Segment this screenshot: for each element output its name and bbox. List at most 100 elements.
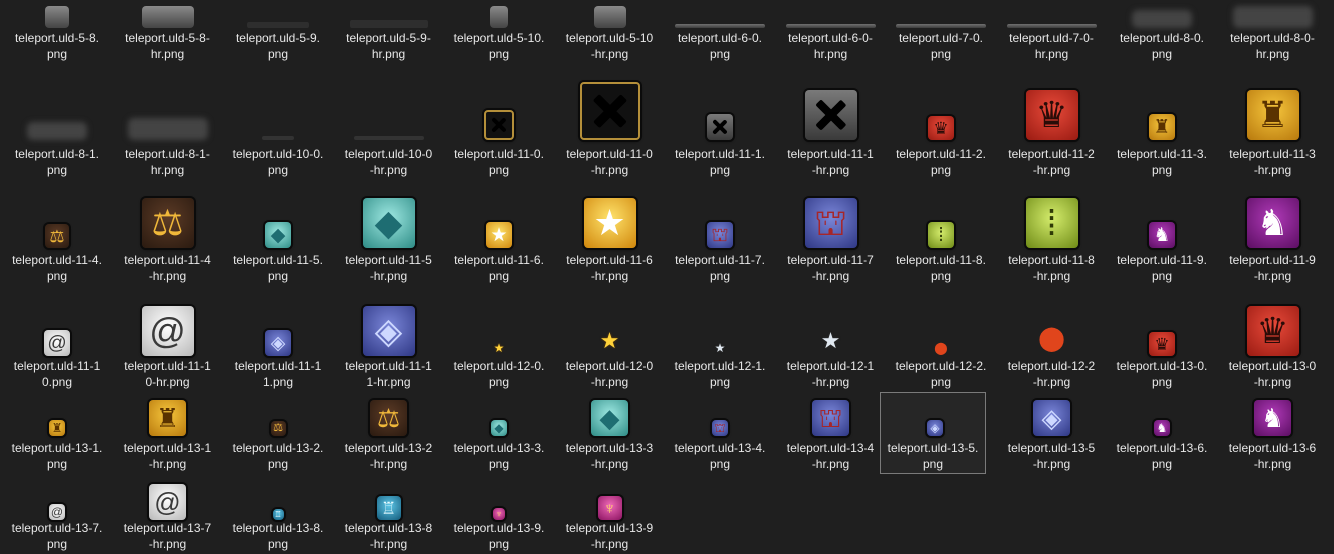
- file-name-label: teleport.uld-13-3. png: [453, 441, 545, 471]
- file-thumbnail: ♛: [1218, 286, 1328, 356]
- dark-line-icon: [262, 136, 294, 140]
- file-name-label: teleport.uld-13-9. png: [453, 521, 545, 551]
- file-thumbnail: ⛫: [665, 392, 775, 436]
- file-item[interactable]: ♜ teleport.uld-13-1. png: [2, 392, 112, 474]
- gold-scales-icon: ⚖: [141, 198, 194, 248]
- file-item[interactable]: ♖ teleport.uld-13-8 -hr.png: [334, 474, 444, 554]
- file-item[interactable]: @ teleport.uld-11-1 0.png: [2, 286, 112, 392]
- file-item[interactable]: ◈ teleport.uld-13-5. png: [880, 392, 986, 474]
- file-item[interactable]: teleport.uld-11-1 -hr.png: [776, 70, 886, 180]
- file-item[interactable]: ◈ teleport.uld-11-1 1.png: [223, 286, 333, 392]
- file-item[interactable]: teleport.uld-11-1. png: [665, 70, 775, 180]
- file-item[interactable]: ⚖ teleport.uld-13-2 -hr.png: [334, 392, 444, 474]
- file-item[interactable]: ★ teleport.uld-12-1 -hr.png: [776, 286, 886, 392]
- file-name-label: teleport.uld-10-0. png: [232, 147, 324, 177]
- file-name-label: teleport.uld-11-1 1.png: [234, 359, 322, 389]
- white-triskelion-icon: @: [44, 330, 70, 356]
- file-item[interactable]: ⚖ teleport.uld-11-4 -hr.png: [113, 178, 223, 286]
- file-item[interactable]: ⬤ teleport.uld-12-2 -hr.png: [997, 286, 1107, 392]
- file-thumbnail: ★: [555, 178, 665, 248]
- file-item[interactable]: ⛫ teleport.uld-13-4 -hr.png: [776, 392, 886, 474]
- file-item[interactable]: teleport.uld-7-0- hr.png: [997, 0, 1107, 64]
- file-item[interactable]: teleport.uld-11-0. png: [444, 70, 554, 180]
- file-item[interactable]: ★ teleport.uld-11-6 -hr.png: [555, 178, 665, 286]
- file-name-label: teleport.uld-11-7. png: [675, 253, 765, 283]
- file-item[interactable]: ★ teleport.uld-12-0 -hr.png: [555, 286, 665, 392]
- file-item[interactable]: teleport.uld-10-0 -hr.png: [334, 70, 444, 180]
- file-thumbnail: [665, 0, 775, 28]
- file-item[interactable]: ♞ teleport.uld-13-6 -hr.png: [1218, 392, 1328, 474]
- file-item[interactable]: teleport.uld-5-8. png: [2, 0, 112, 64]
- file-name-label: teleport.uld-5-9- hr.png: [346, 31, 431, 61]
- file-item[interactable]: @ teleport.uld-13-7 -hr.png: [113, 474, 223, 554]
- file-item[interactable]: ⛫ teleport.uld-11-7. png: [665, 178, 775, 286]
- file-item[interactable]: teleport.uld-5-10 -hr.png: [555, 0, 665, 64]
- file-item[interactable]: ◈ teleport.uld-13-5 -hr.png: [997, 392, 1107, 474]
- file-item[interactable]: teleport.uld-5-9. png: [223, 0, 333, 64]
- file-thumbnail: [113, 70, 223, 140]
- file-item[interactable]: ◆ teleport.uld-13-3. png: [444, 392, 554, 474]
- file-item[interactable]: teleport.uld-5-10. png: [444, 0, 554, 64]
- file-name-label: teleport.uld-5-10. png: [453, 31, 545, 61]
- file-item[interactable]: ⬤ teleport.uld-12-2. png: [886, 286, 996, 392]
- file-name-label: teleport.uld-7-0. png: [898, 31, 984, 61]
- file-item[interactable]: ♛ teleport.uld-13-0. png: [1107, 286, 1217, 392]
- file-item[interactable]: teleport.uld-10-0. png: [223, 70, 333, 180]
- file-item[interactable]: ♜ teleport.uld-13-1 -hr.png: [113, 392, 223, 474]
- file-item[interactable]: teleport.uld-11-0 -hr.png: [555, 70, 665, 180]
- file-thumbnail: ♆: [444, 474, 554, 520]
- file-name-label: teleport.uld-13-3 -hr.png: [565, 441, 654, 471]
- file-item[interactable]: ◆ teleport.uld-11-5 -hr.png: [334, 178, 444, 286]
- file-item[interactable]: @ teleport.uld-11-1 0-hr.png: [113, 286, 223, 392]
- teal-crystal-icon: ◆: [265, 222, 291, 248]
- file-item[interactable]: ♆ teleport.uld-13-9. png: [444, 474, 554, 554]
- file-item[interactable]: ♆ teleport.uld-13-9 -hr.png: [555, 474, 665, 554]
- file-item[interactable]: ⁞ teleport.uld-11-8 -hr.png: [997, 178, 1107, 286]
- blue-castle-icon: ⛫: [707, 222, 733, 248]
- file-item[interactable]: ★ teleport.uld-12-1. png: [665, 286, 775, 392]
- file-item[interactable]: ♜ teleport.uld-11-3. png: [1107, 70, 1217, 180]
- file-thumbnail: @: [2, 286, 112, 356]
- file-item[interactable]: ♛ teleport.uld-11-2. png: [886, 70, 996, 180]
- file-item[interactable]: ◆ teleport.uld-11-5. png: [223, 178, 333, 286]
- file-item[interactable]: teleport.uld-5-8- hr.png: [113, 0, 223, 64]
- file-name-label: teleport.uld-13-5. png: [887, 441, 979, 471]
- file-item[interactable]: teleport.uld-8-0- hr.png: [1218, 0, 1328, 64]
- small-silver-star-icon: ★: [714, 341, 726, 355]
- file-item[interactable]: ♞ teleport.uld-11-9 -hr.png: [1218, 178, 1328, 286]
- file-thumbnail: ♛: [886, 70, 996, 140]
- file-item[interactable]: ⛫ teleport.uld-11-7 -hr.png: [776, 178, 886, 286]
- file-item[interactable]: ◈ teleport.uld-11-1 1-hr.png: [334, 286, 444, 392]
- file-item[interactable]: teleport.uld-6-0. png: [665, 0, 775, 64]
- file-item[interactable]: ⛫ teleport.uld-13-4. png: [665, 392, 775, 474]
- small-gold-star-icon: ★: [599, 328, 620, 353]
- file-item[interactable]: ♛ teleport.uld-11-2 -hr.png: [997, 70, 1107, 180]
- gold-scales-icon: ⚖: [270, 421, 286, 436]
- file-item[interactable]: teleport.uld-6-0- hr.png: [776, 0, 886, 64]
- file-item[interactable]: @ teleport.uld-13-7. png: [2, 474, 112, 554]
- file-thumbnail: ⬤: [886, 286, 996, 356]
- file-item[interactable]: ★ teleport.uld-12-0. png: [444, 286, 554, 392]
- file-item[interactable]: ♞ teleport.uld-11-9. png: [1107, 178, 1217, 286]
- file-item[interactable]: teleport.uld-7-0. png: [886, 0, 996, 64]
- file-item[interactable]: ◆ teleport.uld-13-3 -hr.png: [555, 392, 665, 474]
- file-item[interactable]: ⁞ teleport.uld-11-8. png: [886, 178, 996, 286]
- file-item[interactable]: ⚖ teleport.uld-11-4. png: [2, 178, 112, 286]
- file-item[interactable]: ♜ teleport.uld-11-3 -hr.png: [1218, 70, 1328, 180]
- file-thumbnail: [223, 0, 333, 28]
- file-item[interactable]: ♞ teleport.uld-13-6. png: [1107, 392, 1217, 474]
- purple-griffin-icon: ♞: [1154, 420, 1170, 436]
- file-item[interactable]: ⚖ teleport.uld-13-2. png: [223, 392, 333, 474]
- file-item[interactable]: ♛ teleport.uld-13-0 -hr.png: [1218, 286, 1328, 392]
- file-item[interactable]: teleport.uld-8-1- hr.png: [113, 70, 223, 180]
- file-item[interactable]: teleport.uld-8-0. png: [1107, 0, 1217, 64]
- file-thumbnail: [555, 0, 665, 28]
- file-item[interactable]: ★ teleport.uld-11-6. png: [444, 178, 554, 286]
- file-item[interactable]: teleport.uld-5-9- hr.png: [334, 0, 444, 64]
- file-item[interactable]: teleport.uld-8-1. png: [2, 70, 112, 180]
- file-thumbnail: ◆: [555, 392, 665, 436]
- file-item[interactable]: ♖ teleport.uld-13-8. png: [223, 474, 333, 554]
- teal-crystal-icon: ◆: [491, 420, 507, 436]
- blue-crystal-icon: ◈: [265, 330, 291, 356]
- gray-line-icon: [675, 24, 765, 28]
